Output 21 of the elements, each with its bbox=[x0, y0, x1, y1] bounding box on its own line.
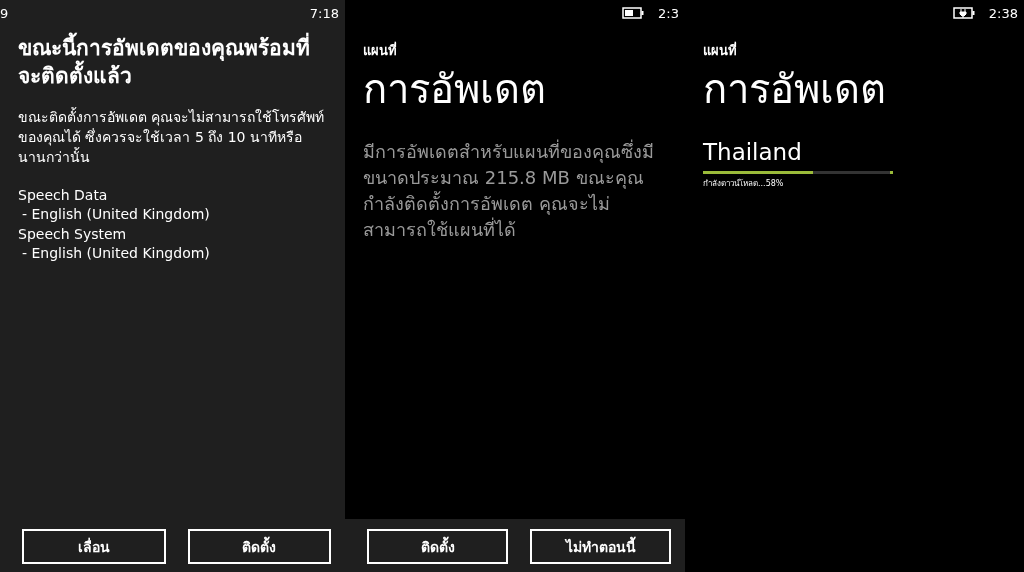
action-button[interactable]: ติดตั้ง bbox=[187, 529, 331, 564]
progress-caption: กำลังดาวน์โหลด...58% bbox=[703, 178, 785, 190]
description-text: มีการอัพเดตสำหรับแผนที่ของคุณซึ่งมีขนาดประมาณ 215.8 MB ขณะคุณกำลังติดตั้งการอัพเดต คุณจะไม่สามารถใช้แผนที่ได้ bbox=[363, 139, 655, 243]
action-button[interactable]: เลื่อน bbox=[22, 529, 166, 564]
page-title: การอัพเดต bbox=[703, 65, 887, 113]
status-time: 7:18 bbox=[309, 5, 339, 21]
download-name: Thailand bbox=[703, 139, 803, 165]
action-button[interactable]: ไม่ทำตอนนี้ bbox=[530, 529, 671, 564]
action-button[interactable]: ติดตั้ง bbox=[367, 529, 508, 564]
app-name: แผนที่ bbox=[703, 40, 738, 60]
list-item: Speech Data bbox=[18, 185, 109, 205]
status-time: 2:38 bbox=[988, 5, 1018, 21]
description-text: ขณะติดตั้งการอัพเดต คุณจะไม่สามารถใช้โทรศัพท์ของคุณได้ ซึ่งควรจะใช้เวลา 5 ถึง 10 นาทีหรือนานกว่านั้น bbox=[18, 106, 326, 168]
list-item: - English (United Kingdom) bbox=[21, 205, 211, 225]
list-item: - English (United Kingdom) bbox=[21, 244, 211, 264]
dialog-title: ขณะนี้การอัพเดตของคุณพร้อมที่จะติดตั้งแล้ว bbox=[18, 34, 327, 91]
page-title: การอัพเดต bbox=[363, 65, 547, 113]
status-time: 2:3 bbox=[658, 5, 679, 21]
status-time: 9 bbox=[0, 5, 9, 21]
list-item: Speech System bbox=[18, 224, 128, 244]
app-name: แผนที่ bbox=[363, 40, 398, 60]
